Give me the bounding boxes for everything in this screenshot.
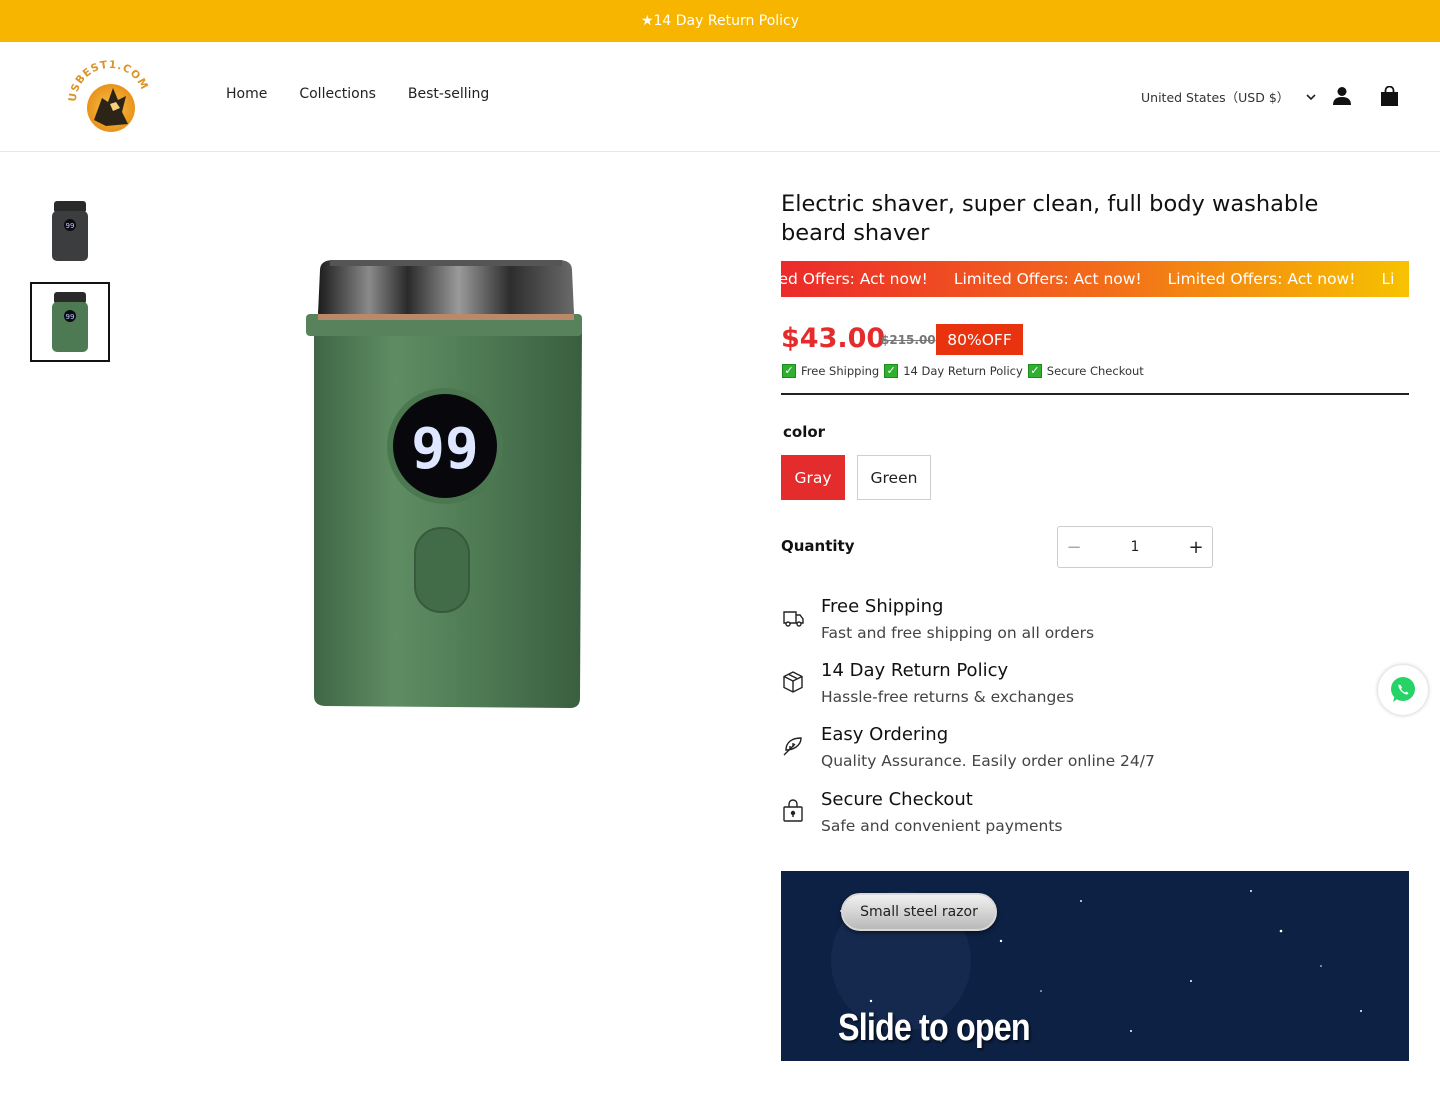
main-product-image[interactable]: 99 bbox=[290, 250, 600, 720]
quantity-input[interactable]: 1 bbox=[1090, 539, 1180, 555]
quantity-decrease-button[interactable]: − bbox=[1058, 527, 1090, 567]
trust-item: ✓ Free Shipping bbox=[782, 364, 879, 378]
discount-badge: 80%OFF bbox=[936, 324, 1023, 355]
promo-banner: Small steel razor Slide to open bbox=[781, 871, 1409, 1061]
trust-item: ✓ 14 Day Return Policy bbox=[884, 364, 1023, 378]
check-icon: ✓ bbox=[884, 364, 899, 378]
feature-return-policy: 14 Day Return Policy Hassle-free returns… bbox=[781, 660, 1409, 720]
feature-title: Easy Ordering bbox=[821, 724, 949, 745]
feature-title: Secure Checkout bbox=[821, 789, 973, 810]
truck-icon bbox=[783, 611, 804, 627]
country-currency-selector[interactable]: United States（USD $） bbox=[1141, 87, 1317, 106]
marquee-item: Li bbox=[1381, 270, 1395, 288]
trust-label: 14 Day Return Policy bbox=[903, 364, 1023, 378]
chevron-down-icon bbox=[1306, 93, 1316, 100]
announcement-bar: ★14 Day Return Policy bbox=[0, 0, 1440, 42]
color-option-gray[interactable]: Gray bbox=[781, 455, 845, 500]
announcement-text: ★14 Day Return Policy bbox=[640, 13, 800, 29]
shaver-green-image: 99 bbox=[52, 292, 88, 352]
shaver-gray-image: 99 bbox=[52, 201, 88, 261]
whatsapp-chat-button[interactable] bbox=[1378, 665, 1428, 715]
feature-title: 14 Day Return Policy bbox=[821, 660, 1009, 681]
banner-headline: Slide to open bbox=[838, 1007, 1031, 1049]
divider bbox=[781, 393, 1409, 395]
svg-text:99: 99 bbox=[66, 313, 75, 321]
store-logo[interactable]: USBEST1.COM bbox=[66, 58, 154, 138]
sale-price: $43.00 bbox=[781, 323, 886, 354]
feature-desc: Quality Assurance. Easily order online 2… bbox=[821, 752, 1155, 770]
cart-icon[interactable] bbox=[1380, 86, 1399, 106]
trust-label: Secure Checkout bbox=[1046, 364, 1144, 378]
feature-desc: Hassle-free returns & exchanges bbox=[821, 688, 1074, 706]
quantity-stepper: − 1 + bbox=[1057, 526, 1213, 568]
main-nav: Home Collections Best-selling bbox=[226, 86, 489, 102]
quantity-increase-button[interactable]: + bbox=[1180, 527, 1212, 567]
feature-easy-ordering: Easy Ordering Quality Assurance. Easily … bbox=[781, 724, 1409, 784]
account-icon[interactable] bbox=[1332, 86, 1352, 106]
lock-bag-icon bbox=[783, 799, 803, 822]
feature-desc: Fast and free shipping on all orders bbox=[821, 624, 1095, 642]
box-icon bbox=[783, 671, 803, 693]
leaf-icon bbox=[783, 737, 802, 756]
nav-best-selling[interactable]: Best-selling bbox=[408, 86, 489, 102]
trust-badges: ✓ Free Shipping ✓ 14 Day Return Policy ✓ Se… bbox=[782, 364, 1149, 378]
feature-secure-checkout: Secure Checkout Safe and convenient paym… bbox=[781, 789, 1409, 849]
check-icon: ✓ bbox=[782, 364, 796, 378]
marquee-item: Limited Offers: Act now! bbox=[1167, 270, 1356, 288]
banner-pill: Small steel razor bbox=[841, 893, 997, 931]
nav-home[interactable]: Home bbox=[226, 86, 267, 102]
nav-collections[interactable]: Collections bbox=[299, 86, 376, 102]
thumbnail-gray[interactable]: 99 bbox=[30, 191, 110, 271]
site-header: USBEST1.COM Home Collections Best-sellin… bbox=[0, 42, 1440, 152]
offers-marquee: mited Offers: Act now! Limited Offers: A… bbox=[781, 261, 1409, 297]
color-option-label: color bbox=[783, 423, 826, 441]
whatsapp-icon bbox=[1391, 677, 1415, 702]
display-digits: 99 bbox=[411, 417, 478, 482]
feature-desc: Safe and convenient payments bbox=[821, 817, 1063, 835]
trust-item: ✓ Secure Checkout bbox=[1027, 364, 1144, 378]
marquee-item: Limited Offers: Act now! bbox=[953, 270, 1142, 288]
trust-label: Free Shipping bbox=[801, 364, 880, 378]
locale-label: United States（USD $） bbox=[1141, 90, 1290, 105]
product-title: Electric shaver, super clean, full body … bbox=[781, 191, 1319, 246]
thumbnail-green[interactable]: 99 bbox=[30, 282, 110, 362]
feature-free-shipping: Free Shipping Fast and free shipping on … bbox=[781, 596, 1409, 656]
svg-text:99: 99 bbox=[66, 222, 75, 230]
color-option-green[interactable]: Green bbox=[857, 455, 931, 500]
feature-title: Free Shipping bbox=[821, 596, 944, 617]
marquee-item: mited Offers: Act now! bbox=[781, 270, 928, 288]
quantity-label: Quantity bbox=[781, 537, 855, 555]
check-icon: ✓ bbox=[1027, 364, 1042, 378]
compare-price: $215.00 bbox=[881, 333, 936, 347]
